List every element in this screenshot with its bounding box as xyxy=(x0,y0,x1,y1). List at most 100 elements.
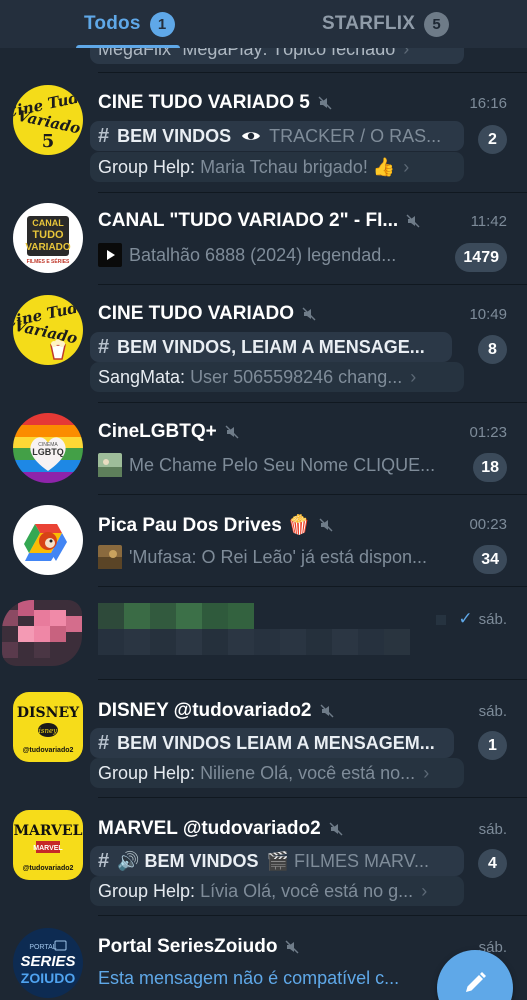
unread-badge: 2 xyxy=(478,125,507,154)
hash-icon: # xyxy=(98,731,110,754)
chat-title: CineLGBTQ+ xyxy=(98,421,239,443)
avatar xyxy=(2,600,82,666)
muted-icon xyxy=(320,704,333,718)
chat-title-text: DISNEY @tudovariado2 xyxy=(98,700,312,721)
avatar xyxy=(13,505,83,575)
last-message-pill: SangMata: User 5065598246 chang... › xyxy=(90,362,464,392)
topic-extra: TRACKER / O RAS... xyxy=(269,125,442,146)
topic-pill: # BEM VINDOS, LEIAM A MENSAGE... xyxy=(90,332,452,362)
photo-thumbnail-icon xyxy=(98,545,122,569)
chat-row[interactable]: Cine Tudo Variado 5 CINE TUDO VARIADO 5 … xyxy=(0,73,527,193)
message-sender: Group Help: xyxy=(98,156,196,177)
chat-title: Portal SeriesZoiudo xyxy=(98,936,299,958)
avatar: DISNEY Disney+ @tudovariado2 xyxy=(13,692,83,762)
hash-icon: # xyxy=(98,849,110,872)
last-message-pill: Group Help: Maria Tchau brigado! 👍 › xyxy=(90,152,464,182)
message-preview: 'Mufasa: O Rei Leão' já está dispon... xyxy=(98,545,427,569)
avatar-text: @tudovariado2 xyxy=(23,865,74,872)
muted-icon xyxy=(225,425,239,439)
chat-time: sáb. xyxy=(478,610,507,628)
chat-title: CINE TUDO VARIADO xyxy=(98,303,316,325)
tab-label: Todos xyxy=(84,13,141,34)
tab-starflix[interactable]: STARFLIX 5 xyxy=(322,0,450,48)
avatar-text: PORTAL xyxy=(29,944,56,951)
read-check-icon: ✓ xyxy=(458,609,473,628)
chat-row[interactable]: Pica Pau Dos Drives 🍿 00:23 'Mufasa: O R… xyxy=(0,495,527,587)
tab-unread-count: 1 xyxy=(149,11,175,37)
chat-row[interactable]: CINEMA LGBTQ CineLGBTQ+ 01:23 Me Chame P… xyxy=(0,403,527,495)
chat-title-text: CINE TUDO VARIADO 5 xyxy=(98,92,310,113)
chat-row-partial[interactable]: MegaFlix "MegaPlay: Tópico fechado › xyxy=(0,34,527,73)
chat-title-text: CANAL "TUDO VARIADO 2" - FI... xyxy=(98,210,399,231)
message-text: Maria Tchau brigado! 👍 xyxy=(200,156,396,177)
chat-title: DISNEY @tudovariado2 xyxy=(98,700,334,722)
eye-icon xyxy=(242,132,261,140)
chat-row[interactable]: Cine Tudo Variado CINE TUDO VARIADO 10:4… xyxy=(0,285,527,403)
muted-icon xyxy=(318,96,332,110)
svg-text:Disney+: Disney+ xyxy=(32,727,63,735)
message-text: Niliene Olá, você está no... xyxy=(200,762,416,783)
message-sender: SangMata: xyxy=(98,366,186,387)
avatar-text: ZOIUDO xyxy=(21,970,76,986)
chat-title-text: Pica Pau Dos Drives 🍿 xyxy=(98,515,311,536)
avatar: Cine Tudo Variado xyxy=(13,295,83,365)
topic-name: BEM VINDOS LEIAM A MENSAGEM... xyxy=(117,732,435,753)
avatar-text: SERIES xyxy=(20,953,75,970)
unread-badge: 8 xyxy=(478,335,507,364)
chat-title-text: CINE TUDO VARIADO xyxy=(98,303,294,324)
chat-time: 01:23 xyxy=(469,424,507,441)
avatar-text: LGBTQ xyxy=(32,447,64,457)
preview-text: Esta mensagem não é compatível c... xyxy=(98,968,400,988)
avatar: CANAL TUDO VARIADO FILMES E SÉRIES xyxy=(13,203,83,273)
unread-badge: 4 xyxy=(478,849,507,878)
chat-row[interactable]: CANAL TUDO VARIADO FILMES E SÉRIES CANAL… xyxy=(0,193,527,285)
chevron-right-icon: › xyxy=(421,880,428,901)
topic-name: BEM VINDOS, LEIAM A MENSAGE... xyxy=(117,336,425,357)
message-preview: Esta mensagem não é compatível c... xyxy=(98,968,399,989)
chat-row[interactable]: MARVEL MARVEL @tudovariado2 MARVEL @tudo… xyxy=(0,798,527,916)
avatar-text: @tudovariado2 xyxy=(23,747,74,754)
pixelated-preview xyxy=(98,629,410,655)
avatar-text: CANAL xyxy=(32,218,64,228)
chat-title-text: MARVEL @tudovariado2 xyxy=(98,818,321,839)
unread-badge: 1 xyxy=(478,731,507,760)
preview-text: 'Mufasa: O Rei Leão' já está dispon... xyxy=(129,546,428,567)
chat-time: 10:49 xyxy=(469,306,507,323)
message-text: Lívia Olá, você está no g... xyxy=(200,880,414,901)
hash-icon: # xyxy=(98,124,110,147)
message-preview: Batalhão 6888 (2024) legendad... xyxy=(98,243,396,267)
chat-title-text: Portal SeriesZoiudo xyxy=(98,936,278,957)
photo-thumbnail-icon xyxy=(98,453,122,477)
hash-icon: # xyxy=(98,335,110,358)
folder-tabs: Todos 1 STARFLIX 5 xyxy=(0,0,527,48)
muted-icon xyxy=(406,214,420,228)
popcorn-icon xyxy=(50,344,66,360)
avatar: PORTAL SERIES ZOIUDO xyxy=(13,928,83,998)
message-sender: Group Help: xyxy=(98,762,196,783)
chevron-right-icon: › xyxy=(403,156,410,177)
topic-pill: # 🔊 BEM VINDOS 🎬 FILMES MARV... xyxy=(90,846,464,876)
chat-row[interactable]: ✓ sáb. xyxy=(0,587,527,680)
tab-unread-count: 5 xyxy=(424,11,450,37)
message-preview: Me Chame Pelo Seu Nome CLIQUE... xyxy=(98,453,435,477)
avatar-text: DISNEY xyxy=(17,705,80,721)
avatar-text: 5 xyxy=(42,131,55,152)
avatar: CINEMA LGBTQ xyxy=(13,413,83,483)
muted-icon xyxy=(285,940,299,954)
message-text: User 5065598246 chang... xyxy=(190,366,403,387)
tab-todos[interactable]: Todos 1 xyxy=(84,0,175,48)
topic-name: BEM VINDOS xyxy=(117,125,232,146)
topic-extra: 🎬 FILMES MARV... xyxy=(266,850,430,871)
topic-pill: # BEM VINDOS TRACKER / O RAS... xyxy=(90,121,464,151)
svg-text:MARVEL: MARVEL xyxy=(33,845,63,852)
chat-title-text: CineLGBTQ+ xyxy=(98,421,217,442)
google-drive-logo xyxy=(24,524,67,561)
message-sender: Group Help: xyxy=(98,880,196,901)
chat-time: 11:42 xyxy=(470,213,507,230)
chat-row[interactable]: DISNEY Disney+ @tudovariado2 DISNEY @tud… xyxy=(0,680,527,798)
avatar-text: TUDO xyxy=(32,229,64,241)
chevron-right-icon: › xyxy=(423,762,430,783)
chat-title: Pica Pau Dos Drives 🍿 xyxy=(98,513,333,537)
pixelated-title xyxy=(98,603,258,629)
muted-icon xyxy=(302,307,316,321)
